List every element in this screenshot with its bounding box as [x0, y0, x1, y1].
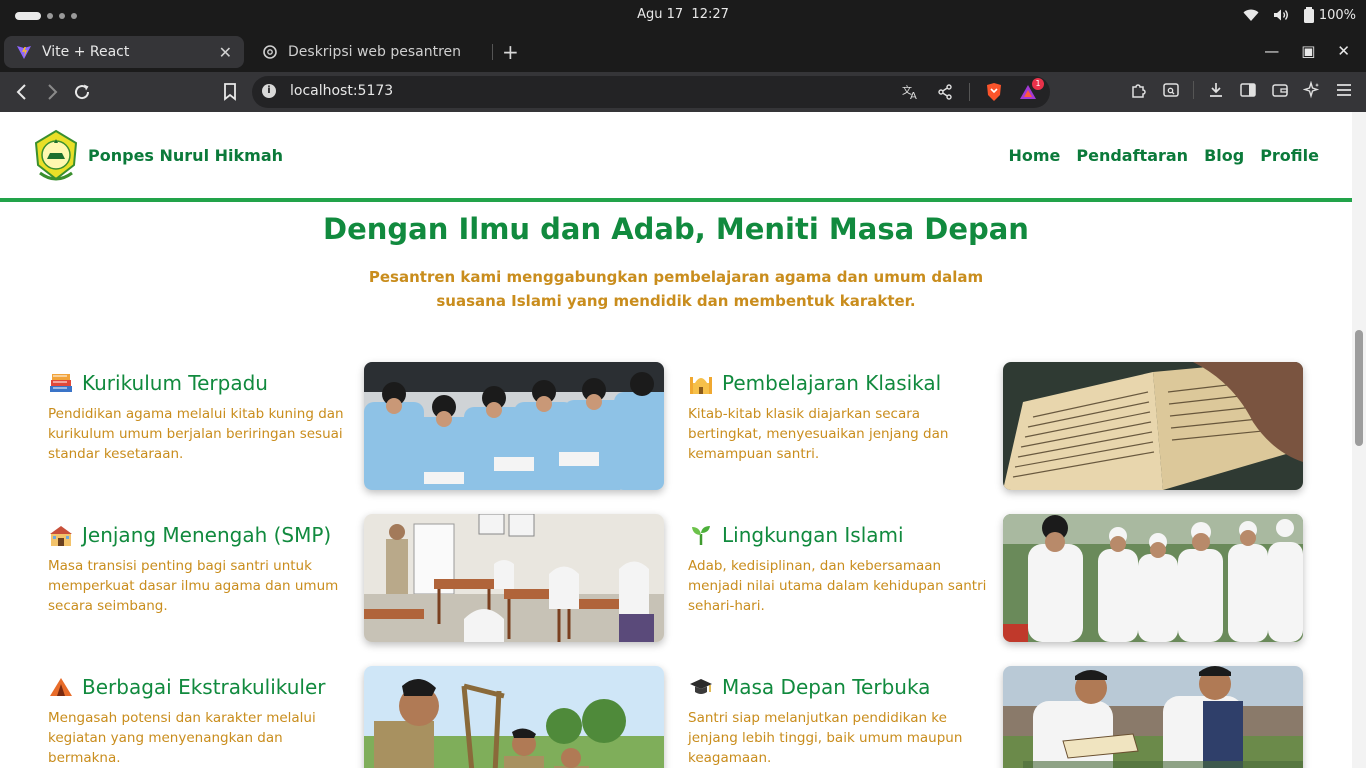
feature-title: Kurikulum Terpadu — [48, 370, 268, 396]
nav-pendaftaran[interactable]: Pendaftaran — [1076, 146, 1188, 165]
tab-vite-react[interactable]: Vite + React ✕ — [4, 36, 244, 68]
tab-deskripsi-web-pesantren[interactable]: Deskripsi web pesantren — [250, 36, 496, 68]
back-arrow-icon[interactable] — [11, 81, 33, 103]
volume-icon — [1273, 8, 1289, 22]
mosque-icon — [688, 370, 714, 396]
feature-title: Jenjang Menengah (SMP) — [48, 522, 331, 548]
feature-title: Pembelajaran Klasikal — [688, 370, 941, 396]
address-bar[interactable]: i localhost:5173 文A 1 — [252, 76, 1050, 108]
maximize-icon[interactable]: ▣ — [1301, 42, 1315, 60]
feature-title-text: Masa Depan Terbuka — [722, 675, 931, 699]
feature-description: Pendidikan agama melalui kitab kuning da… — [48, 406, 344, 462]
tab-close-icon[interactable]: ✕ — [219, 43, 232, 62]
reload-icon[interactable] — [71, 81, 93, 103]
toolbar-divider — [1193, 81, 1194, 99]
hero-title: Dengan Ilmu dan Adab, Meniti Masa Depan — [323, 212, 1029, 246]
books-icon — [48, 370, 74, 396]
feature-description: Masa transisi penting bagi santri untuk … — [48, 558, 339, 614]
feature-title-text: Kurikulum Terpadu — [82, 371, 268, 395]
page-scrollbar[interactable] — [1352, 112, 1366, 768]
feature-title: Berbagai Ekstrakulikuler — [48, 674, 326, 700]
sidebar-toggle-icon[interactable] — [1238, 80, 1258, 100]
chatgpt-favicon-icon — [262, 44, 278, 60]
tab-title: Vite + React — [42, 44, 130, 60]
brave-rewards-icon[interactable]: 1 — [1018, 78, 1044, 102]
feature-title-text: Pembelajaran Klasikal — [722, 371, 942, 395]
translate-icon[interactable]: 文A — [901, 82, 921, 102]
os-top-bar: Agu 17 12:27 100% — [0, 0, 1366, 32]
bookmark-icon[interactable] — [219, 81, 241, 103]
main-nav: Home Pendaftaran Blog Profile — [1008, 146, 1319, 165]
share-icon[interactable] — [935, 82, 955, 102]
school-icon — [48, 522, 74, 548]
page-viewport[interactable]: Ponpes Nurul Hikmah Home Pendaftaran Blo… — [0, 112, 1366, 768]
battery-indicator: 100% — [1303, 7, 1356, 23]
clock-time: 12:27 — [691, 7, 729, 22]
clock-date: Agu 17 — [637, 7, 684, 22]
feature-title: Lingkungan Islami — [688, 522, 904, 548]
vite-favicon-icon — [16, 44, 32, 60]
praying-santri-photo — [1003, 514, 1303, 642]
clock[interactable]: Agu 17 12:27 — [0, 7, 1366, 22]
site-header: Ponpes Nurul Hikmah Home Pendaftaran Blo… — [0, 112, 1352, 202]
feature-description: Kitab-kitab klasik diajarkan secara bert… — [688, 406, 949, 462]
forward-arrow-icon[interactable] — [41, 81, 63, 103]
extensions-icon[interactable] — [1129, 80, 1149, 100]
feature-title-text: Jenjang Menengah (SMP) — [82, 523, 332, 547]
rewards-badge: 1 — [1032, 78, 1044, 90]
feature-description: Adab, kedisiplinan, dan kebersamaan menj… — [688, 558, 987, 614]
hero-subtitle: Pesantren kami menggabungkan pembelajara… — [368, 268, 984, 310]
tab-title: Deskripsi web pesantren — [288, 44, 462, 60]
seedling-icon — [688, 522, 714, 548]
minimize-icon[interactable]: — — [1264, 42, 1279, 60]
feature-title: Masa Depan Terbuka — [688, 674, 930, 700]
nav-blog[interactable]: Blog — [1204, 146, 1244, 165]
toolbar-right-actions — [1129, 80, 1354, 100]
pesantren-logo[interactable] — [32, 129, 80, 183]
window-controls: — ▣ ✕ — [1264, 42, 1350, 60]
system-status-area[interactable]: 100% — [1243, 7, 1356, 23]
site-info-icon[interactable]: i — [262, 84, 276, 98]
brand-name[interactable]: Ponpes Nurul Hikmah — [88, 146, 283, 165]
nav-profile[interactable]: Profile — [1260, 146, 1319, 165]
feature-description: Santri siap melanjutkan pendidikan ke je… — [688, 710, 963, 766]
feature-title-text: Lingkungan Islami — [722, 523, 904, 547]
graduation-cap-icon — [688, 674, 714, 700]
battery-percent: 100% — [1318, 7, 1356, 23]
menu-icon[interactable] — [1334, 80, 1354, 100]
classical-book-photo — [1003, 362, 1303, 490]
wallet-icon[interactable] — [1270, 80, 1290, 100]
battery-icon — [1303, 7, 1315, 23]
address-bar-actions: 文A 1 — [901, 78, 1044, 102]
nav-home[interactable]: Home — [1008, 146, 1060, 165]
download-icon[interactable] — [1206, 80, 1226, 100]
omnibox-divider — [969, 83, 970, 101]
classroom-photo — [364, 514, 664, 642]
feature-description: Mengasah potensi dan karakter melalui ke… — [48, 710, 316, 766]
svg-text:A: A — [910, 91, 917, 100]
new-tab-button[interactable]: + — [502, 40, 519, 64]
santri-outdoors-photo — [1003, 666, 1303, 768]
brave-shields-icon[interactable] — [984, 82, 1004, 102]
tent-icon — [48, 674, 74, 700]
address-bar-url[interactable]: localhost:5173 — [290, 83, 393, 99]
leo-ai-icon[interactable] — [1302, 80, 1322, 100]
students-reading-photo — [364, 362, 664, 490]
tab-separator — [492, 44, 493, 60]
scrollbar-thumb[interactable] — [1355, 330, 1363, 446]
wifi-icon — [1243, 8, 1259, 22]
feature-title-text: Berbagai Ekstrakulikuler — [82, 675, 326, 699]
scout-activity-photo — [364, 666, 664, 768]
close-window-icon[interactable]: ✕ — [1337, 42, 1350, 60]
tab-search-icon[interactable] — [1161, 80, 1181, 100]
